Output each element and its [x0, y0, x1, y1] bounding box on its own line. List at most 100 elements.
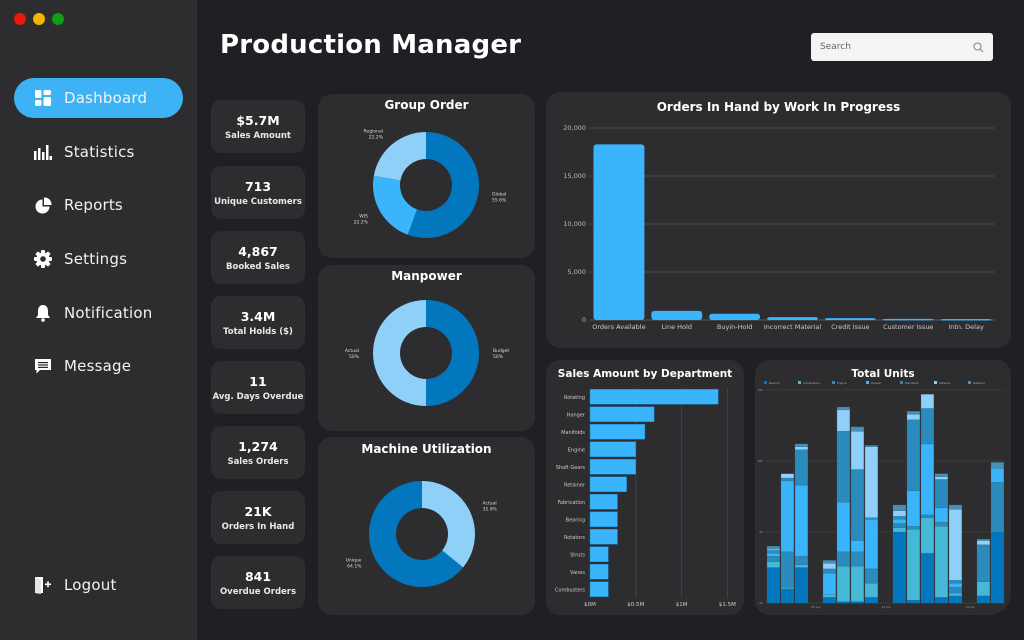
sidebar-item-settings[interactable]: Settings	[14, 239, 183, 279]
slice-label: Unique	[346, 558, 362, 564]
x-tick-label: $1M	[676, 602, 688, 608]
legend-label: Manifolds	[905, 381, 919, 385]
stack-segment-rotating	[976, 538, 991, 541]
stack-segment-engine	[780, 551, 795, 588]
stack-segment-combusters	[976, 581, 991, 597]
y-tick-label: 0	[582, 316, 586, 324]
sidebar-item-reports[interactable]: Reports	[14, 185, 183, 225]
stack-segment-retainer	[836, 409, 851, 432]
stack-segment-retainer	[864, 446, 879, 518]
y-tick-label: 20,000	[563, 124, 586, 132]
legend-label: Hanger	[871, 381, 882, 385]
stack-segment-bearing	[822, 597, 837, 604]
legend-label: Retainer	[939, 381, 952, 385]
kpi-label: Total Holds ($)	[223, 326, 293, 337]
maximize-window-button[interactable]	[52, 13, 64, 25]
stack-segment-rotating	[794, 443, 809, 447]
y-tick-label: Rotators	[564, 535, 585, 541]
minimize-window-button[interactable]	[33, 13, 45, 25]
y-tick-label: 5,000	[567, 268, 586, 276]
logout-button[interactable]: Logout	[14, 565, 183, 605]
dashboard-icon	[34, 89, 52, 107]
slice-label: Budget	[493, 348, 509, 354]
app-window: Dashboard Statistics Reports Settings No…	[0, 0, 1024, 640]
slice-value-label: 50%	[349, 354, 360, 360]
sidebar-item-statistics[interactable]: Statistics	[14, 132, 183, 172]
slice-label: WIS	[359, 213, 368, 219]
machine-utilization-donut: Actual35.9% Unique64.1%	[346, 481, 498, 587]
y-tick-label: Engine	[568, 447, 585, 453]
y-tick-label: 15,000	[563, 172, 586, 180]
stack-segment-rotating	[836, 406, 851, 411]
logout-container: Logout	[14, 565, 183, 619]
x-tick-label: Line Hold	[662, 323, 692, 331]
stack-segment-hanger	[794, 484, 809, 557]
search-icon[interactable]	[973, 38, 984, 57]
legend-label: Combusters	[803, 381, 820, 385]
sidebar-item-dashboard[interactable]: Dashboard	[14, 78, 183, 118]
legend-swatch	[866, 381, 869, 384]
sidebar-item-notification[interactable]: Notification	[14, 293, 183, 333]
stack-segment-manifolds	[780, 477, 795, 482]
stack-segment-rotating	[990, 462, 1005, 469]
bar-orders-available	[593, 144, 645, 320]
legend-swatch	[900, 381, 903, 384]
y-tick-label: 15k	[757, 388, 763, 392]
y-tick-label: Vanes	[570, 570, 585, 576]
bar-engine	[589, 441, 637, 458]
search-box	[811, 33, 993, 61]
stack-segment-bearing	[906, 600, 921, 604]
sidebar-item-label: Message	[64, 357, 132, 376]
orders-in-hand-chart: 0 5,000 10,000 15,000 20,000 Orders Available…	[563, 124, 995, 331]
stack-segment-rotating	[864, 445, 879, 447]
y-tick-label: Manifolds	[561, 430, 585, 436]
kpi-value: 11	[249, 373, 267, 389]
stack-segment-manifolds	[934, 479, 949, 509]
stack-segment-retainer	[948, 509, 963, 581]
x-tick-label: Orders Available	[592, 323, 645, 331]
stack-segment-retainer	[766, 548, 781, 551]
bar-credit-issue	[824, 318, 876, 320]
window-controls	[14, 13, 64, 25]
sales-by-department-card: Sales Amount by Department $0M $0.5M $1M $1…	[546, 360, 744, 615]
y-tick-label: Combusters	[555, 587, 585, 593]
legend-swatch	[968, 381, 971, 384]
stack-segment-retainer	[934, 476, 949, 480]
kpi-value: 4,867	[238, 243, 278, 259]
slice-value-label: 22.2%	[354, 219, 369, 225]
kpi-value: 21K	[244, 503, 272, 519]
sidebar: Dashboard Statistics Reports Settings No…	[0, 0, 197, 640]
sidebar-item-message[interactable]: Message	[14, 346, 183, 386]
kpi-card-sales-orders: 1,274 Sales Orders	[211, 426, 305, 479]
kpi-card-sales-amount: $5.7M Sales Amount	[211, 100, 305, 153]
stack-segment-retainer	[794, 446, 809, 450]
stack-segment-bearing	[850, 601, 865, 604]
total-units-chart: Bearing Combusters Engine Hanger Manifolds Re…	[757, 381, 1005, 609]
stack-segment-manifolds	[794, 449, 809, 486]
stack-segment-combusters	[780, 587, 795, 589]
stack-segment-hanger	[920, 443, 935, 516]
bar-shaft-gears	[589, 458, 637, 475]
bar-vanes	[589, 563, 609, 580]
kpi-value: 1,274	[238, 438, 278, 454]
slice-value-label: 50%	[493, 354, 504, 360]
sidebar-item-label: Reports	[64, 196, 123, 215]
close-window-button[interactable]	[14, 13, 26, 25]
stack-segment-bearing	[794, 567, 809, 604]
slice-value-label: 22.2%	[369, 135, 384, 141]
pie-chart-icon	[34, 196, 52, 214]
orders-in-hand-card: Orders In Hand by Work In Progress 0 5,00…	[546, 92, 1011, 348]
stack-segment-combusters	[934, 526, 949, 598]
x-tick-label: Intn. Delay	[948, 323, 984, 331]
stack-segment-hanger	[948, 582, 963, 588]
x-tick-label: Buyin-Hold	[717, 323, 753, 331]
y-tick-label: 5k	[759, 530, 763, 534]
stack-segment-hanger	[892, 519, 907, 524]
stack-segment-engine	[976, 546, 991, 582]
x-tick-label: Credit Issue	[831, 323, 869, 331]
stack-segment-retainer	[920, 394, 935, 409]
search-input[interactable]	[820, 42, 973, 52]
kpi-label: Avg. Days Overdue	[212, 391, 304, 402]
stack-segment-bearing	[892, 531, 907, 604]
sidebar-item-label: Dashboard	[64, 89, 148, 107]
